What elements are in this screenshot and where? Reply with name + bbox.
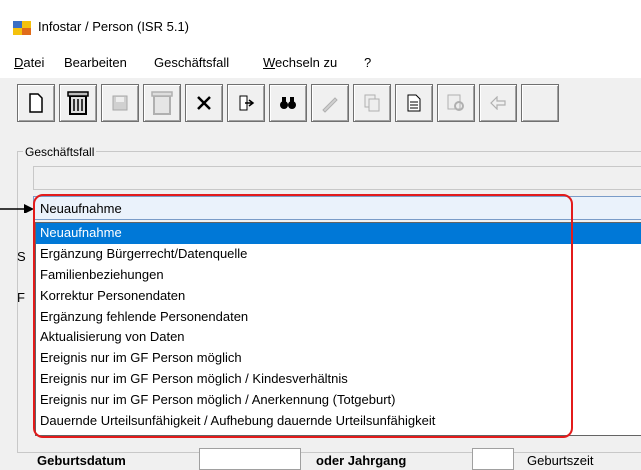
dropdown-option[interactable]: Ergänzung fehlende Personendaten xyxy=(36,307,641,328)
copy-icon xyxy=(364,94,380,112)
menu-geschaeftsfall[interactable]: Geschäftsfall xyxy=(154,55,229,70)
geschaeftsfall-info-field xyxy=(33,166,641,190)
close-x-icon xyxy=(197,96,211,110)
copy-button[interactable] xyxy=(353,84,391,122)
document-icon xyxy=(407,94,421,112)
delete-disabled-button[interactable] xyxy=(143,84,181,122)
menu-datei-rest: atei xyxy=(23,55,45,70)
new-document-icon xyxy=(29,93,43,113)
preview-button[interactable] xyxy=(437,84,475,122)
dropdown-option[interactable]: Ereignis nur im GF Person möglich / Aner… xyxy=(36,390,641,411)
back-button[interactable] xyxy=(479,84,517,122)
search-button[interactable] xyxy=(269,84,307,122)
back-arrow-icon xyxy=(490,96,506,110)
menu-bearbeiten[interactable]: Bearbeiten xyxy=(64,55,127,70)
geburtsdatum-label: Geburtsdatum xyxy=(37,453,126,468)
trash-disabled-icon xyxy=(151,91,173,115)
preview-icon xyxy=(447,94,464,111)
title-bar: Infostar / Person (ISR 5.1) xyxy=(0,0,641,48)
trash-icon xyxy=(67,91,89,115)
geburtszeit-label: Geburtszeit xyxy=(527,453,594,468)
sign-icon xyxy=(322,97,338,113)
menu-wechseln-rest: echseln zu xyxy=(275,55,338,70)
menu-datei-mnemonic: D xyxy=(14,55,24,70)
app-logo-icon xyxy=(13,21,31,35)
save-icon xyxy=(112,95,128,111)
dropdown-option[interactable]: Aktualisierung von Daten xyxy=(36,327,641,348)
binoculars-icon xyxy=(280,97,296,109)
import-icon xyxy=(239,95,255,111)
menu-wechseln-zu[interactable]: Wechseln zu xyxy=(263,55,337,70)
birth-data-row: Geburtsdatum oder Jahrgang Geburtszeit xyxy=(17,446,641,470)
menu-help[interactable]: ? xyxy=(364,55,371,70)
jahrgang-input[interactable] xyxy=(472,448,514,470)
geschaeftsfall-dropdown-list: Neuaufnahme Ergänzung Bürgerrecht/Datenq… xyxy=(35,222,641,436)
save-button[interactable] xyxy=(101,84,139,122)
dropdown-option[interactable]: Korrektur Personendaten xyxy=(36,286,641,307)
dropdown-option[interactable]: Ereignis nur im GF Person möglich xyxy=(36,348,641,369)
import-button[interactable] xyxy=(227,84,265,122)
menu-wechseln-mnemonic: W xyxy=(263,55,276,70)
oder-jahrgang-label: oder Jahrgang xyxy=(316,453,407,468)
sign-button[interactable] xyxy=(311,84,349,122)
combobox-selected-value: Neuaufnahme xyxy=(40,201,122,216)
document-button[interactable] xyxy=(395,84,433,122)
menu-bar: Datei Bearbeiten Geschäftsfall Wechseln … xyxy=(0,48,641,78)
dropdown-option[interactable]: Neuaufnahme xyxy=(36,223,641,244)
window-title: Infostar / Person (ISR 5.1) xyxy=(38,19,190,34)
side-label-s: S xyxy=(17,249,26,264)
toolbar-button-more[interactable] xyxy=(521,84,559,122)
geschaeftsfall-combobox[interactable]: Neuaufnahme xyxy=(33,196,641,220)
cancel-button[interactable] xyxy=(185,84,223,122)
dropdown-option[interactable]: Dauernde Urteilsunfähigkeit / Aufhebung … xyxy=(36,411,641,432)
dropdown-option[interactable]: Familienbeziehungen xyxy=(36,265,641,286)
menu-datei[interactable]: Datei xyxy=(14,55,44,70)
dropdown-option[interactable]: Ereignis nur im GF Person möglich / Kind… xyxy=(36,369,641,390)
delete-button[interactable] xyxy=(59,84,97,122)
new-button[interactable] xyxy=(17,84,55,122)
geschaeftsfall-label: Geschäftsfall xyxy=(23,145,97,159)
geburtsdatum-input[interactable] xyxy=(199,448,301,470)
dropdown-option[interactable]: Ergänzung Bürgerrecht/Datenquelle xyxy=(36,244,641,265)
side-label-f: F xyxy=(17,290,25,305)
pointer-arrow-icon xyxy=(0,204,34,213)
toolbar xyxy=(0,78,641,138)
